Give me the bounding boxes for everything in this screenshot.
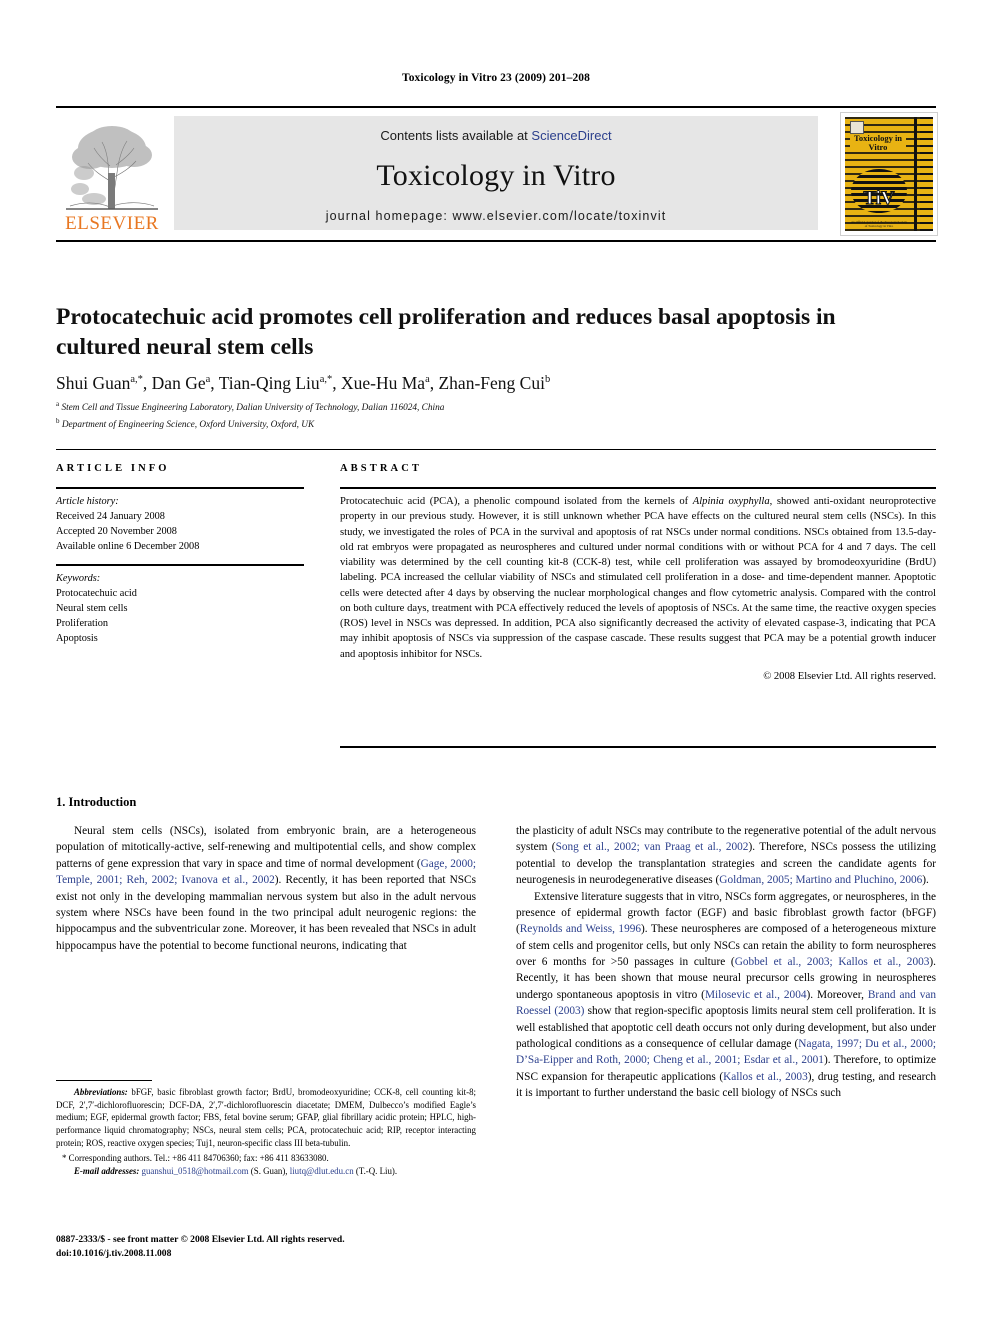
affiliation-b-text: Department of Engineering Science, Oxfor… [61,419,315,430]
section-heading-introduction: 1. Introduction [56,795,137,809]
body-column-left: Neural stem cells (NSCs), isolated from … [56,823,476,954]
info-top-rule [56,449,936,450]
abstract-heading: ABSTRACT [340,463,422,474]
corresponding-author-footnote: * Corresponding authors. Tel.: +86 411 8… [62,1153,329,1164]
keyword-item: Apoptosis [56,633,98,645]
citation-link[interactable]: Milosevic et al., 2004 [705,989,807,1001]
article-history-item: Available online 6 December 2008 [56,541,200,553]
abstract-species-name: Alpinia oxyphylla [692,496,770,507]
article-info-heading: ARTICLE INFO [56,463,170,474]
cover-right-band [920,117,933,231]
page-title: Protocatechuic acid promotes cell prolif… [56,303,836,360]
keyword-item: Protocatechuic acid [56,588,137,600]
affiliations: a Stem Cell and Tissue Engineering Labor… [56,399,918,432]
keywords-label: Keywords: [56,573,101,584]
abbreviations-footnote: Abbreviations: bFGF, basic fibroblast gr… [56,1086,476,1149]
masthead-rule [56,240,936,242]
affiliation-b: b Department of Engineering Science, Oxf… [56,416,315,430]
intro-paragraph-1-left: Neural stem cells (NSCs), isolated from … [56,823,476,954]
email-footnote: E-mail addresses: guanshui_0518@hotmail.… [56,1165,476,1178]
affiliation-a-text: Stem Cell and Tissue Engineering Laborat… [61,403,445,414]
doi-line: doi:10.1016/j.tiv.2008.11.008 [56,1248,172,1260]
citation-link[interactable]: Gobbel et al., 2003; Kallos et al., 2003 [735,956,930,968]
journal-title: Toxicology in Vitro [376,159,616,192]
article-history-label: Article history: [56,496,119,507]
cover-journal-title: Toxicology in Vitro [850,134,906,152]
intro-text-a: Neural stem cells (NSCs), isolated from … [56,825,476,870]
intro-text-c: ). [922,874,929,887]
journal-homepage-url[interactable]: journal homepage: www.elsevier.com/locat… [174,209,818,223]
page-footer: 0887-2333/$ - see front matter © 2008 El… [56,1233,576,1262]
keyword-item: Neural stem cells [56,603,128,615]
keywords-rule [56,564,304,566]
running-head: Toxicology in Vitro 23 (2009) 201–208 [401,72,591,84]
article-history-item: Accepted 20 November 2008 [56,526,177,538]
intro-paragraph-1-right: the plasticity of adult NSCs may contrib… [516,823,936,889]
keywords-block: Keywords: Protocatechuic acid Neural ste… [56,571,304,646]
article-history: Article history: Received 24 January 200… [56,494,304,554]
issn-copyright-line: 0887-2333/$ - see front matter © 2008 El… [56,1234,345,1245]
contents-prefix: Contents lists available at [380,128,532,143]
elsevier-tree-icon [60,121,164,214]
intro-text-d: ). Moreover, [806,988,868,1001]
body-column-right: the plasticity of adult NSCs may contrib… [516,823,936,1101]
corresponding-author-text: Corresponding authors. Tel.: +86 411 847… [68,1153,329,1164]
email-owner-2: (T.-Q. Liu). [353,1165,398,1176]
email-owner-1: (S. Guan), [248,1165,290,1176]
article-history-item: Received 24 January 2008 [56,511,165,523]
author-list: Shui Guana,*, Dan Gea, Tian-Qing Liua,*,… [56,373,551,393]
abbreviations-label: Abbreviations: [74,1087,128,1097]
keyword-item: Proliferation [56,618,109,630]
citation-link[interactable]: Reynolds and Weiss, 1996 [520,923,641,935]
journal-cover-thumbnail: Toxicology in Vitro TiV An Official Jour… [840,112,938,236]
header-rule [56,106,936,108]
abstract-part-1: Protocatechuic acid (PCA), a phenolic co… [340,496,693,507]
contents-list-line: Contents lists available at ScienceDirec… [174,128,818,143]
footnote-rule [56,1080,152,1081]
cover-spine-line [914,117,917,231]
abstract-part-2: , showed anti-oxidant neuroprotective pr… [340,496,936,660]
sciencedirect-link[interactable]: ScienceDirect [531,128,611,143]
cover-monogram: TiV [863,188,895,209]
sciencedirect-band: Contents lists available at ScienceDirec… [174,116,818,230]
journal-article-page: Toxicology in Vitro 23 (2009) 201–208 EL… [0,0,992,1323]
elsevier-wordmark: ELSEVIER [65,213,159,234]
citation-link[interactable]: Kallos et al., 2003 [723,1071,808,1083]
affiliation-a: a Stem Cell and Tissue Engineering Labor… [56,400,445,414]
abstract-text: Protocatechuic acid (PCA), a phenolic co… [340,494,936,684]
cover-artwork: Toxicology in Vitro TiV An Official Jour… [845,117,933,231]
email-link-2[interactable]: liutq@dlut.edu.cn [290,1166,354,1176]
citation-link[interactable]: Song et al., 2002; van Praag et al., 200… [556,841,749,853]
abstract-copyright: © 2008 Elsevier Ltd. All rights reserved… [763,670,936,682]
intro-paragraph-2-right: Extensive literature suggests that in vi… [516,889,936,1102]
email-label: E-mail addresses: [74,1165,140,1176]
footnotes-block: Abbreviations: bFGF, basic fibroblast gr… [56,1086,476,1177]
email-link-1[interactable]: guanshui_0518@hotmail.com [142,1166,249,1176]
info-heading-rule [56,487,304,489]
journal-masthead: ELSEVIER Contents lists available at Sci… [56,112,938,236]
citation-link[interactable]: Goldman, 2005; Martino and Pluchino, 200… [719,874,922,886]
abstract-heading-rule [340,487,936,489]
elsevier-logo: ELSEVIER [56,112,168,234]
cover-footnote: An Official Journal of the European Soci… [850,220,908,228]
abstract-bottom-rule [340,746,936,748]
